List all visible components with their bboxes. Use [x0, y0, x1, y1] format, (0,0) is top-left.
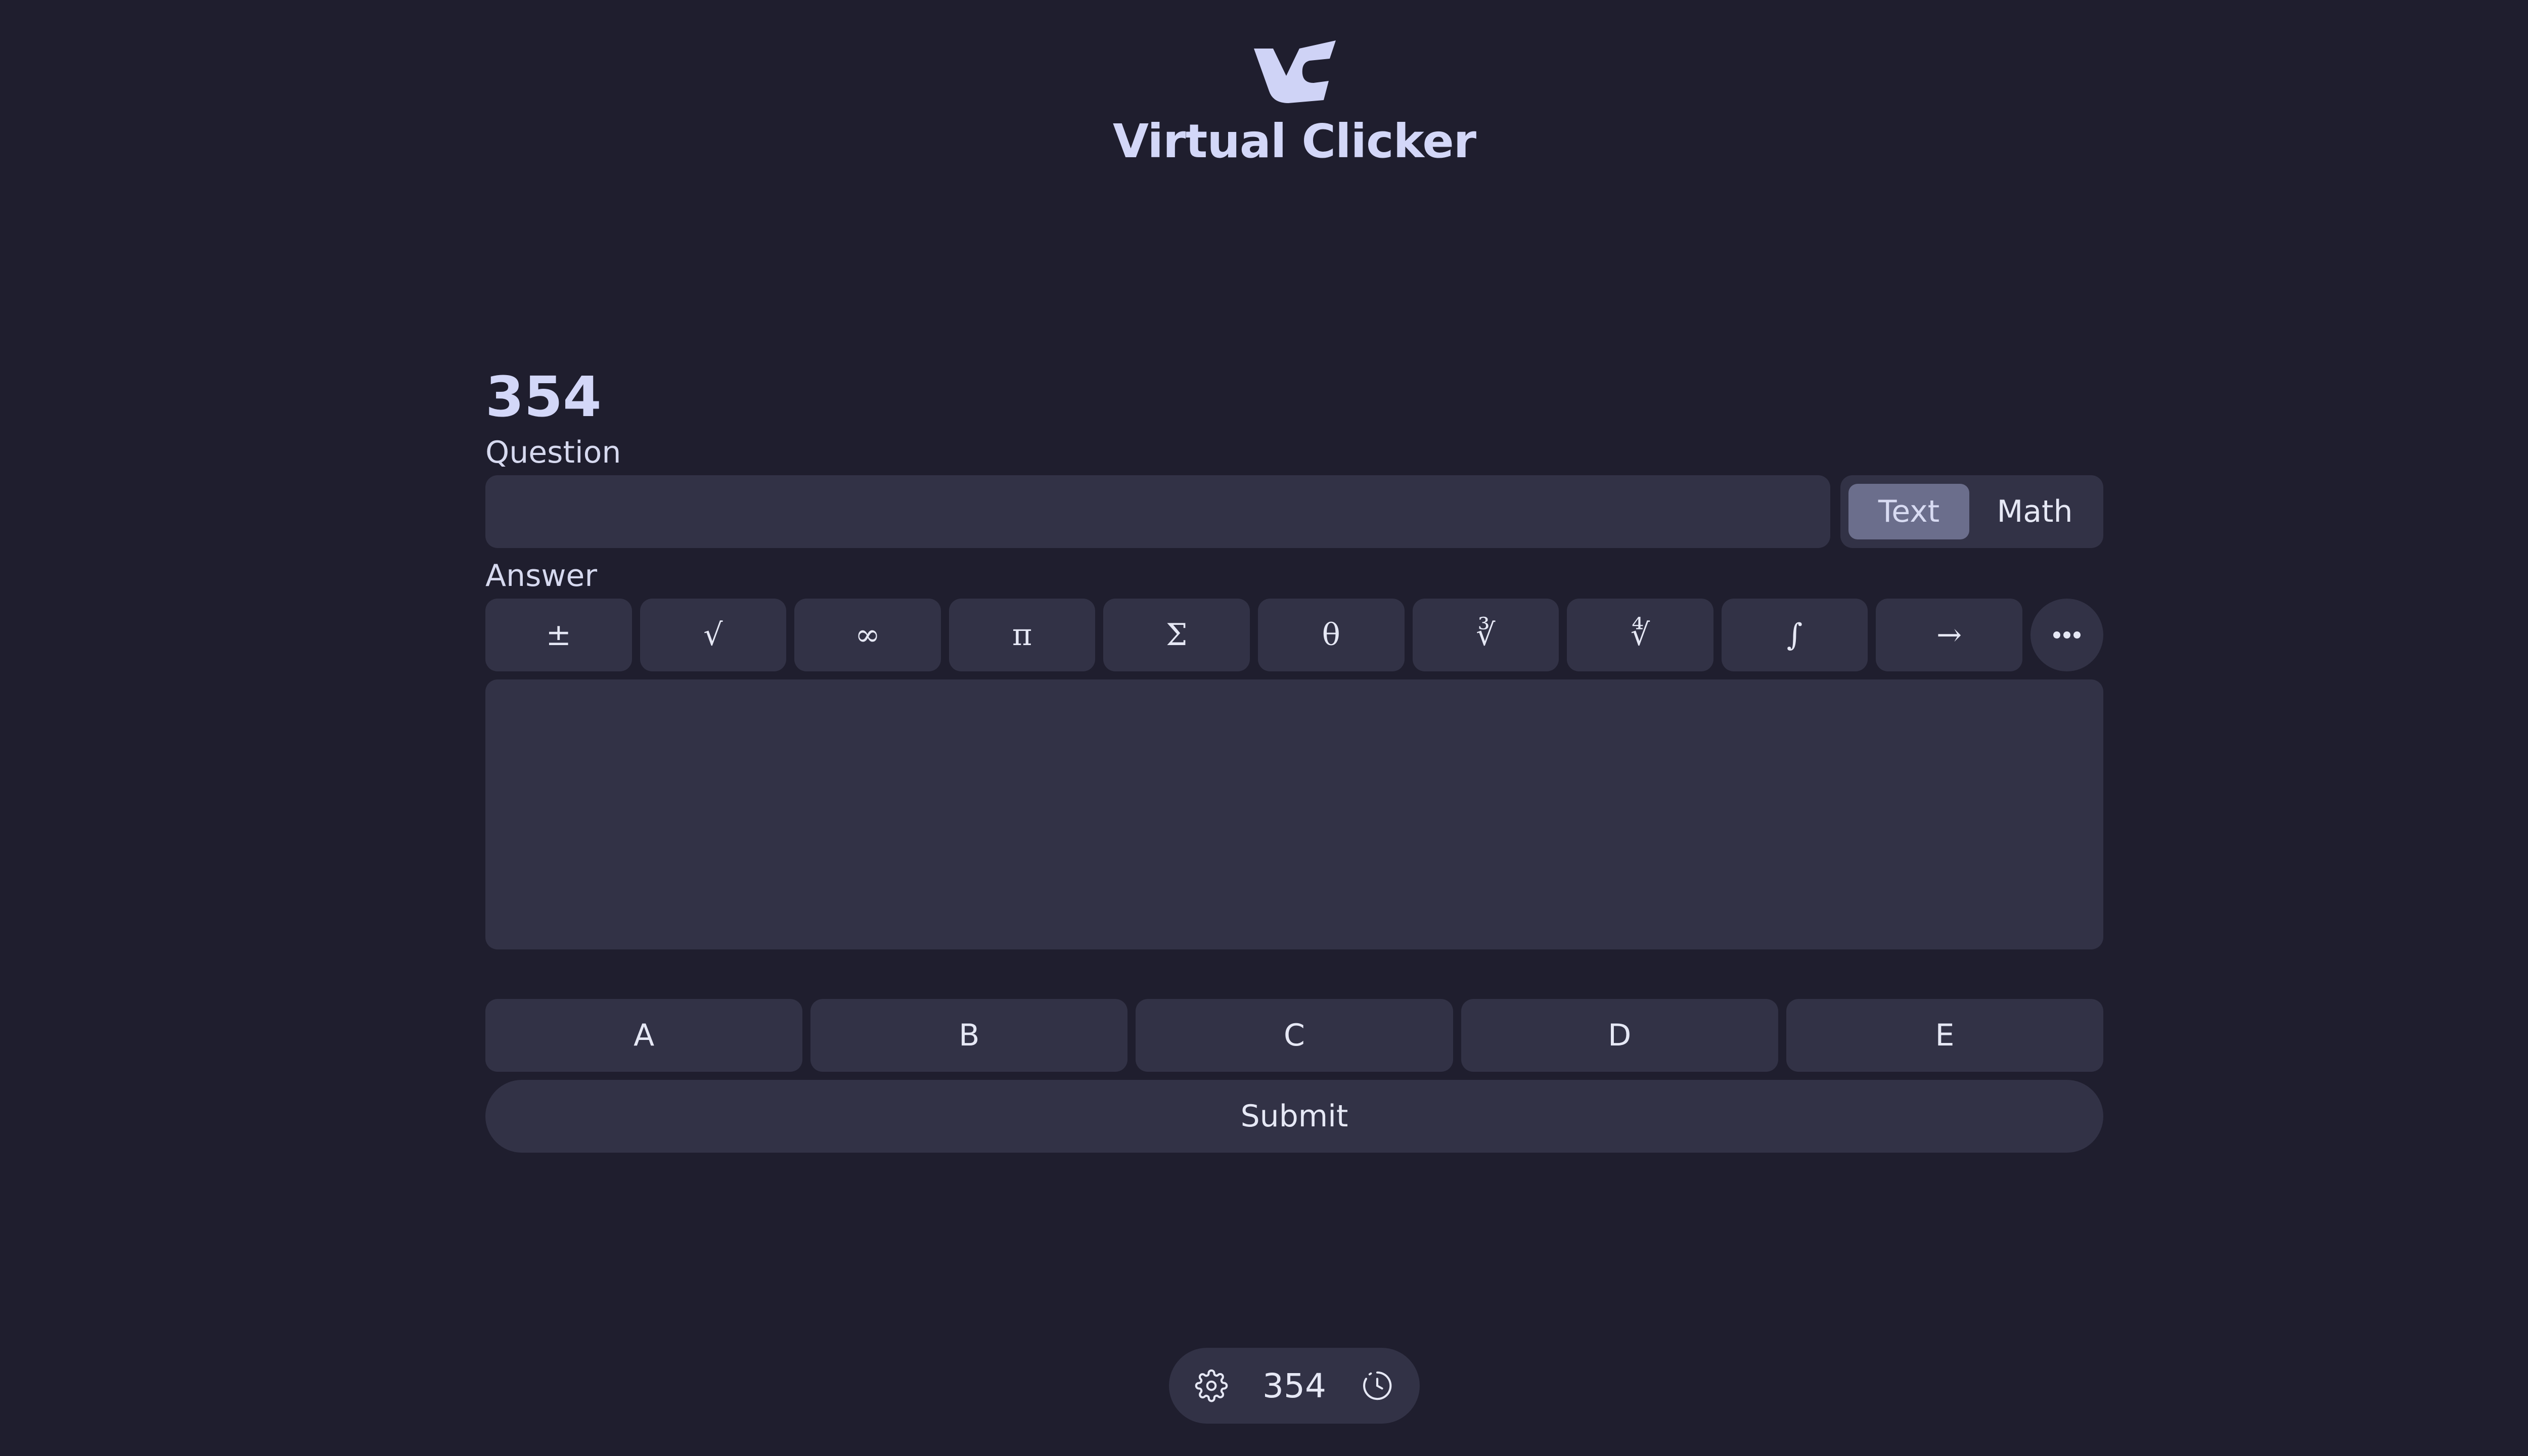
clock-icon — [1363, 1371, 1392, 1400]
symbol-plus-minus-button[interactable]: ± — [485, 599, 632, 671]
page-title: 354 — [485, 365, 602, 429]
symbol-infinity-button[interactable]: ∞ — [794, 599, 941, 671]
settings-button[interactable] — [1193, 1368, 1230, 1404]
main-panel: 354 Question Text Math Answer ± √ ∞ π Σ … — [485, 364, 2104, 1153]
answer-label: Answer — [485, 558, 597, 594]
symbol-pi-button[interactable]: π — [949, 599, 1096, 671]
mode-text-button[interactable]: Text — [1848, 484, 1969, 539]
symbol-sigma-button[interactable]: Σ — [1103, 599, 1250, 671]
answer-input[interactable] — [485, 679, 2103, 949]
symbol-integral-button[interactable]: ∫ — [1721, 599, 1868, 671]
page: Virtual Clicker 354 Question Text Math A… — [0, 0, 2528, 1456]
symbol-fourth-root-button[interactable]: ∜ — [1567, 599, 1713, 671]
choice-d-button[interactable]: D — [1461, 999, 1778, 1072]
choice-row: A B C D E — [485, 999, 2104, 1072]
symbol-arrow-button[interactable]: → — [1876, 599, 2022, 671]
more-symbols-button[interactable] — [2030, 599, 2103, 671]
app-title: Virtual Clicker — [1112, 114, 1476, 168]
choice-b-button[interactable]: B — [810, 999, 1128, 1072]
submit-button[interactable]: Submit — [485, 1080, 2103, 1153]
session-number: 354 — [1262, 1366, 1326, 1405]
history-button[interactable] — [1359, 1368, 1395, 1404]
mode-math-button[interactable]: Math — [1974, 484, 2095, 539]
question-label: Question — [485, 435, 621, 470]
choice-c-button[interactable]: C — [1136, 999, 1453, 1072]
ellipsis-icon — [2053, 631, 2081, 639]
mode-toggle: Text Math — [1840, 475, 2103, 548]
gear-icon — [1195, 1369, 1228, 1402]
symbol-sqrt-button[interactable]: √ — [640, 599, 787, 671]
vc-logo-icon — [1254, 40, 1336, 103]
symbol-cube-root-button[interactable]: ∛ — [1412, 599, 1559, 671]
choice-a-button[interactable]: A — [485, 999, 803, 1072]
symbol-theta-button[interactable]: θ — [1257, 599, 1405, 671]
question-input[interactable] — [485, 475, 1830, 548]
choice-e-button[interactable]: E — [1786, 999, 2104, 1072]
symbol-toolbar: ± √ ∞ π Σ θ ∛ ∜ ∫ → — [485, 599, 2103, 671]
bottom-bar: 354 — [1169, 1348, 1420, 1424]
question-row: Text Math — [485, 475, 2103, 548]
